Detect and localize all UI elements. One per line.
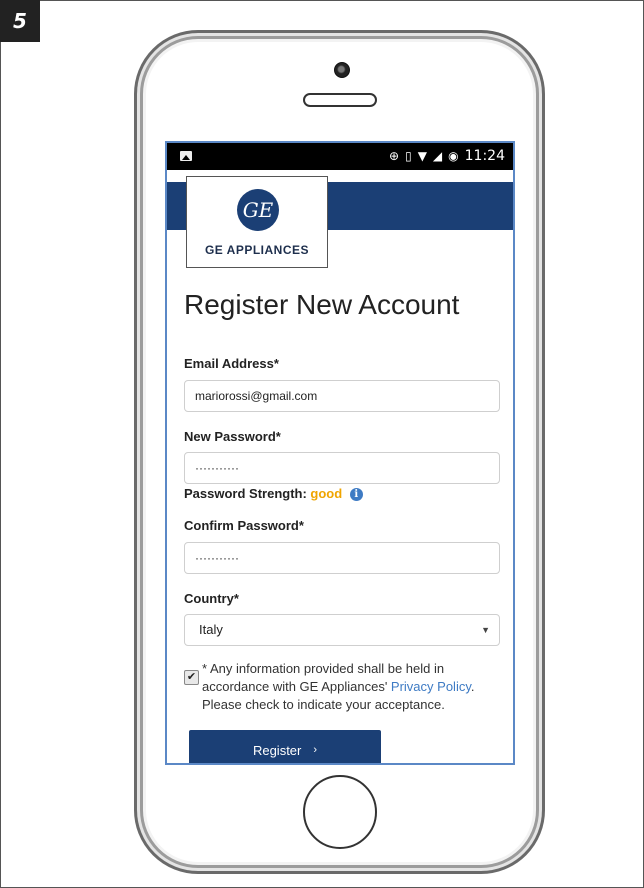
dropdown-arrow-icon: ▼ — [481, 625, 490, 635]
email-field[interactable]: mariorossi@gmail.com — [184, 380, 500, 412]
country-label: Country* — [184, 591, 239, 606]
ge-logo[interactable]: GE GE APPLIANCES — [186, 176, 328, 268]
password-strength-value: good — [310, 486, 343, 501]
ge-monogram-icon: GE — [237, 189, 279, 231]
page-title: Register New Account — [184, 289, 460, 320]
vibrate-icon: ▯ — [405, 149, 412, 163]
info-icon[interactable]: i — [349, 488, 363, 501]
signal-icon: ◢ — [432, 149, 443, 163]
wifi-icon: ▼ — [417, 149, 427, 163]
home-button[interactable] — [303, 775, 377, 849]
checkmark-icon: ✔ — [186, 671, 197, 683]
password-strength: Password Strength: good i — [184, 486, 363, 501]
privacy-consent-text: * Any information provided shall be held… — [202, 660, 502, 714]
country-select[interactable]: Italy ▼ — [184, 614, 500, 646]
battery-icon: ◉ — [448, 149, 459, 163]
brand-name: GE APPLIANCES — [204, 243, 310, 257]
new-password-label: New Password* — [184, 429, 281, 444]
privacy-policy-link[interactable]: Privacy Policy — [391, 679, 471, 694]
chevron-right-icon: › — [313, 744, 318, 756]
new-password-field[interactable]: ··········· — [184, 452, 500, 484]
speaker-grille — [303, 93, 377, 107]
data-saver-icon: ⊕ — [389, 149, 400, 163]
email-label: Email Address* — [184, 356, 279, 371]
country-select-value: Italy — [199, 622, 223, 637]
step-badge: 5 — [0, 0, 40, 42]
register-button-label: Register — [252, 742, 302, 758]
status-bar: ⊕ ▯ ▼ ◢ ◉ 11:24 — [167, 143, 513, 170]
image-notification-icon — [180, 151, 192, 161]
confirm-password-label: Confirm Password* — [184, 518, 304, 533]
privacy-consent-checkbox[interactable]: ✔ — [184, 670, 199, 685]
confirm-password-field[interactable]: ··········· — [184, 542, 500, 574]
password-strength-label: Password Strength: — [184, 486, 307, 501]
register-button[interactable]: Register › — [189, 730, 381, 763]
phone-screen: ⊕ ▯ ▼ ◢ ◉ 11:24 GE GE APPLIANCES Registe… — [165, 141, 515, 765]
camera-icon — [334, 62, 350, 78]
clock: 11:24 — [464, 148, 505, 164]
